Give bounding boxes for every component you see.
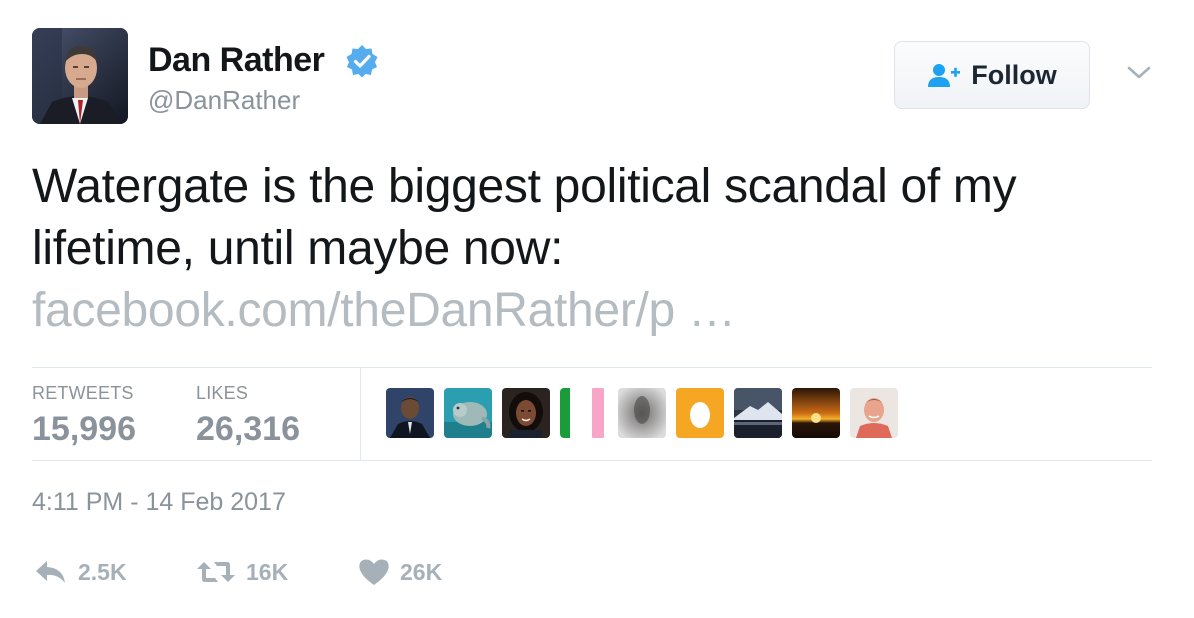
- mountain-lake-avatar-icon: [734, 388, 782, 438]
- liker-avatar-4[interactable]: [560, 388, 580, 438]
- man-smiling-avatar-icon: [850, 388, 898, 438]
- pink-avatar-icon: [592, 388, 604, 438]
- liker-avatar-5[interactable]: [590, 388, 606, 438]
- add-user-icon: [928, 64, 961, 87]
- reply-count: 2.5K: [78, 558, 127, 585]
- stats-bottom-divider: [32, 460, 1152, 461]
- tweet-card: Dan Rather @DanRather Follow Watergate i…: [0, 0, 1194, 618]
- default-egg-avatar-icon: [676, 388, 724, 438]
- likes-count[interactable]: 26,316: [196, 410, 300, 449]
- author-portrait-icon: [32, 28, 128, 124]
- tweet-text: Watergate is the biggest political scand…: [32, 160, 1017, 275]
- likes-label: LIKES: [196, 383, 249, 403]
- sunset-avatar-icon: [792, 388, 840, 438]
- tweet-body: Watergate is the biggest political scand…: [32, 156, 1152, 342]
- liker-avatar-7[interactable]: [676, 388, 724, 438]
- verified-badge-icon: [346, 45, 378, 78]
- heart-icon: [359, 559, 389, 585]
- author-name[interactable]: Dan Rather: [148, 38, 325, 82]
- like-button[interactable]: 26K: [358, 552, 442, 592]
- tweet-timestamp[interactable]: 4:11 PM - 14 Feb 2017: [32, 488, 286, 517]
- stats-top-divider: [32, 367, 1152, 368]
- liker-avatar-9[interactable]: [792, 388, 840, 438]
- suit-portrait-avatar-icon: [386, 388, 434, 438]
- blurred-figure-avatar-icon: [618, 388, 666, 438]
- liker-avatar-2[interactable]: [444, 388, 492, 438]
- retweets-label: RETWEETS: [32, 383, 134, 403]
- reply-icon: [36, 561, 65, 583]
- chevron-down-icon[interactable]: [1126, 64, 1152, 82]
- like-count: 26K: [400, 558, 443, 585]
- author-handle[interactable]: @DanRather: [148, 82, 300, 118]
- stats-vertical-divider: [360, 368, 361, 460]
- retweets-count[interactable]: 15,996: [32, 410, 136, 449]
- liker-avatar-10[interactable]: [850, 388, 898, 438]
- woman-portrait-avatar-icon: [502, 388, 550, 438]
- reply-button[interactable]: 2.5K: [34, 552, 127, 592]
- author-avatar[interactable]: [32, 28, 128, 124]
- follow-button-label: Follow: [971, 59, 1057, 90]
- liker-avatar-3[interactable]: [502, 388, 550, 438]
- follow-button[interactable]: Follow: [894, 41, 1090, 109]
- retweet-button[interactable]: 16K: [196, 552, 288, 592]
- retweet-count: 16K: [246, 558, 289, 585]
- tweet-link[interactable]: facebook.com/theDanRather/p …: [32, 280, 1152, 342]
- liker-avatar-8[interactable]: [734, 388, 782, 438]
- liker-avatar-6[interactable]: [618, 388, 666, 438]
- manatee-avatar-icon: [444, 388, 492, 438]
- green-white-avatar-icon: [560, 388, 580, 438]
- retweet-icon: [197, 562, 235, 582]
- liker-avatar-1[interactable]: [386, 388, 434, 438]
